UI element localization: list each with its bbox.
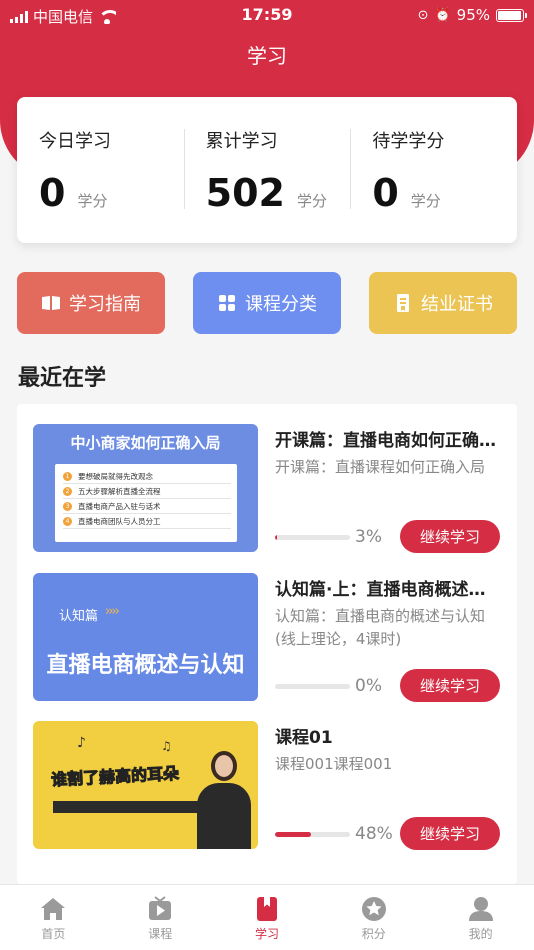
- battery-icon: [496, 8, 527, 22]
- stat-value: 502: [205, 171, 285, 215]
- course-thumbnail[interactable]: 中小商家如何正确入局 1 要想破局就得先改观念 2 五大步骤解析直播全流程 3 直播电…: [33, 424, 258, 552]
- continue-learning-button[interactable]: 继续学习: [400, 669, 500, 702]
- course-description: 开课篇：直播课程如何正确入局: [275, 458, 486, 476]
- outline-item: 直播电商产品入驻与话术: [78, 502, 161, 511]
- recent-course-list: 中小商家如何正确入局 1 要想破局就得先改观念 2 五大步骤解析直播全流程 3 直播电…: [17, 404, 517, 884]
- course-progress-text: 0%: [355, 676, 382, 696]
- user-icon: [468, 897, 493, 921]
- course-title[interactable]: 认知篇·上：直播电商概述与认知: [275, 575, 500, 600]
- stat-label: 累计学习: [205, 131, 278, 152]
- thumbnail-outline: 1 要想破局就得先改观念 2 五大步骤解析直播全流程 3 直播电商产品入驻与话术 4直…: [55, 464, 237, 542]
- course-progress-text: 48%: [355, 824, 393, 844]
- outline-item: 要想破局就得先改观念: [78, 472, 153, 481]
- course-item[interactable]: 中小商家如何正确入局 1 要想破局就得先改观念 2 五大步骤解析直播全流程 3 直播电…: [17, 424, 517, 553]
- bookmark-icon: [256, 897, 277, 921]
- action-label: 课程分类: [245, 294, 317, 315]
- tab-courses[interactable]: 课程: [107, 885, 214, 950]
- certificate-icon: [397, 294, 409, 312]
- grid-icon: [219, 295, 235, 311]
- music-note-icon: ♫: [161, 739, 172, 753]
- course-description: 认知篇：直播电商的概述与认知(线上理论，4课时): [275, 607, 486, 648]
- course-progress-text: 3%: [355, 527, 382, 547]
- presenter-illustration: [193, 751, 253, 849]
- outline-number: 3: [63, 502, 72, 511]
- action-label: 结业证书: [421, 294, 493, 315]
- course-item[interactable]: 认知篇 ›››› 直播电商概述与认知 认知篇·上：直播电商概述与认知 认知篇：直…: [17, 573, 517, 702]
- course-item[interactable]: ♪ ♫ 谁割了赫高的耳朵 课程01 课程001课程001 48% 继续学习: [17, 721, 517, 850]
- thumbnail-tag: 认知篇: [59, 609, 99, 624]
- outline-number: 1: [63, 472, 72, 481]
- course-thumbnail[interactable]: 认知篇 ›››› 直播电商概述与认知: [33, 573, 258, 701]
- tab-home[interactable]: 首页: [0, 885, 107, 950]
- book-icon: [42, 296, 60, 310]
- stat-unit: 学分: [297, 192, 328, 210]
- page-title: 学习: [247, 44, 287, 68]
- course-progress-bar: [275, 535, 350, 540]
- thumbnail-heading: 谁割了赫高的耳朵: [50, 763, 180, 790]
- outline-item: 五大步骤解析直播全流程: [78, 487, 161, 496]
- course-progress-bar: [275, 832, 350, 837]
- outline-number: 2: [63, 487, 72, 496]
- stat-value: 0: [372, 171, 399, 215]
- progress-fill: [275, 832, 311, 837]
- status-bar: 中国电信 17:59 ⊙ ⏰ 95%: [0, 0, 534, 30]
- quick-actions: 学习指南 课程分类 结业证书: [17, 272, 517, 334]
- certificate-button[interactable]: 结业证书: [369, 272, 517, 334]
- thumbnail-heading: 中小商家如何正确入局: [70, 434, 221, 452]
- outline-item: 直播电商团队与人员分工: [78, 517, 161, 526]
- bottom-tab-bar: 首页 课程 学习 积分 我的: [0, 884, 534, 950]
- thumbnail-subtitle-bar: [53, 801, 203, 813]
- stat-value: 0: [39, 171, 66, 215]
- course-description: 课程001课程001: [275, 755, 393, 773]
- tab-label: 我的: [468, 927, 493, 941]
- outline-number: 4: [63, 517, 72, 526]
- course-thumbnail[interactable]: ♪ ♫ 谁割了赫高的耳朵: [33, 721, 258, 849]
- orientation-lock-icon: ⊙: [417, 7, 429, 23]
- stat-total: 累计学习 502 学分: [183, 97, 351, 243]
- progress-fill: [275, 535, 278, 540]
- stats-card: 今日学习 0 学分 累计学习 502 学分 待学学分 0 学分: [17, 97, 517, 243]
- tab-label: 学习: [254, 927, 279, 941]
- tab-mine[interactable]: 我的: [427, 885, 534, 950]
- video-icon: [149, 896, 172, 920]
- recent-section-title: 最近在学: [18, 366, 107, 391]
- continue-learning-button[interactable]: 继续学习: [400, 520, 500, 553]
- course-title[interactable]: 课程01: [275, 723, 500, 748]
- stat-pending: 待学学分 0 学分: [350, 97, 517, 243]
- tab-label: 课程: [148, 927, 173, 941]
- stat-label: 今日学习: [39, 131, 111, 152]
- tab-label: 积分: [361, 927, 386, 941]
- action-label: 学习指南: [69, 294, 141, 315]
- alarm-icon: ⏰: [434, 7, 451, 23]
- star-icon: [361, 897, 386, 921]
- music-note-icon: ♪: [77, 735, 86, 751]
- battery-percent: 95%: [456, 6, 490, 24]
- chevrons-icon: ››››: [105, 604, 120, 619]
- course-category-button[interactable]: 课程分类: [193, 272, 341, 334]
- home-icon: [41, 898, 66, 920]
- course-progress-bar: [275, 684, 350, 689]
- stat-today: 今日学习 0 学分: [17, 97, 184, 243]
- stat-label: 待学学分: [372, 131, 445, 152]
- course-title[interactable]: 开课篇：直播电商如何正确入局: [275, 426, 500, 451]
- study-guide-button[interactable]: 学习指南: [17, 272, 165, 334]
- tab-label: 首页: [41, 927, 66, 941]
- continue-learning-button[interactable]: 继续学习: [400, 817, 500, 850]
- status-right: ⊙ ⏰ 95%: [417, 6, 527, 24]
- tab-study[interactable]: 学习: [214, 885, 321, 950]
- stat-unit: 学分: [77, 192, 108, 210]
- tab-points[interactable]: 积分: [320, 885, 427, 950]
- thumbnail-heading: 直播电商概述与认知: [46, 653, 245, 678]
- stat-unit: 学分: [410, 192, 441, 210]
